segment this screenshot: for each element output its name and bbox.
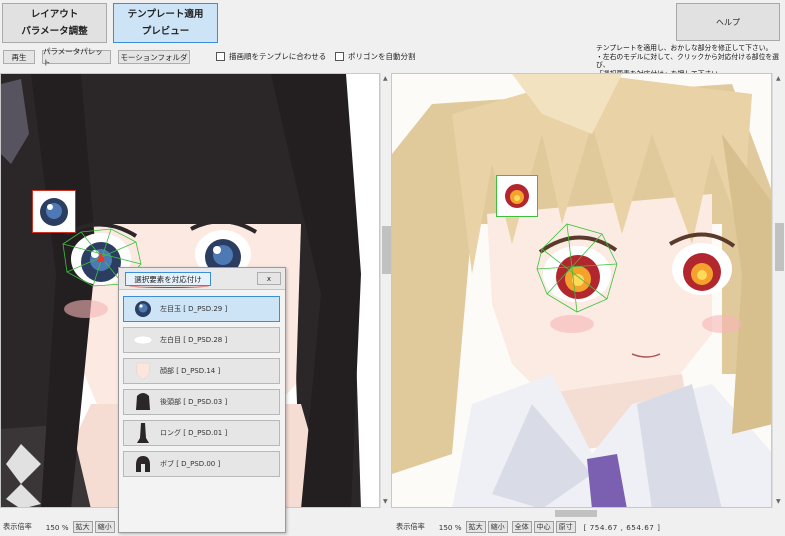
zoom-value: 150 % — [45, 522, 69, 532]
part-item-left-eye-white[interactable]: 左白目 [ D_PSD.28 ] — [123, 327, 280, 353]
instruction-line: テンプレートを適用し、おかしな部分を修正して下さい。 — [596, 44, 773, 52]
part-item-back-hair[interactable]: 後頭部 [ D_PSD.03 ] — [123, 389, 280, 415]
eyeball-icon — [132, 299, 154, 319]
right-horizontal-scroll-thumb[interactable] — [555, 510, 597, 517]
template-button-line1: テンプレート適用 — [127, 9, 204, 20]
target-part-thumbnail — [496, 175, 538, 217]
layout-button-line2: パラメータ調整 — [21, 26, 88, 37]
popup-close-button[interactable]: x — [257, 272, 281, 285]
part-item-label: 左目玉 [ D_PSD.29 ] — [160, 305, 228, 313]
scroll-down-icon[interactable]: ▼ — [383, 498, 388, 505]
zoom-in-button[interactable]: 拡大 — [465, 521, 486, 533]
center-button[interactable]: 中心 — [533, 521, 554, 533]
motion-folder-button[interactable]: モーションフォルダ — [118, 50, 190, 64]
part-item-label: 後頭部 [ D_PSD.03 ] — [160, 398, 228, 406]
bob-hair-icon — [132, 454, 154, 474]
part-item-label: 顔部 [ D_PSD.14 ] — [160, 367, 221, 375]
draw-order-checkbox[interactable]: 描画順をテンプレに合わせる — [216, 51, 326, 62]
long-hair-icon — [132, 423, 154, 443]
zoom-label: 表示倍率 — [396, 522, 425, 531]
cursor-coordinates: [ 754.67 , 654.67 ] — [583, 522, 661, 532]
zoom-value: 150 % — [438, 522, 462, 532]
template-preview-button[interactable]: テンプレート適用 プレビュー — [113, 3, 218, 43]
auto-polygon-checkbox-box[interactable] — [335, 52, 344, 61]
part-assignment-popup: 選択要素を対応付け x 左目玉 [ D_PSD.29 ] 左白目 [ D_PSD… — [118, 267, 286, 533]
target-model-illustration — [392, 74, 771, 507]
scroll-up-icon[interactable]: ▲ — [776, 75, 781, 82]
part-item-label: ロング [ D_PSD.01 ] — [160, 429, 228, 437]
original-size-button[interactable]: 原寸 — [555, 521, 576, 533]
draw-order-checkbox-box[interactable] — [216, 52, 225, 61]
part-item-label: ボブ [ D_PSD.00 ] — [160, 460, 221, 468]
scroll-down-icon[interactable]: ▼ — [776, 498, 781, 505]
draw-order-checkbox-label: 描画順をテンプレに合わせる — [229, 52, 327, 61]
layout-parameter-button[interactable]: レイアウト パラメータ調整 — [2, 3, 107, 43]
target-model-canvas[interactable] — [391, 73, 772, 508]
layout-button-line1: レイアウト — [30, 9, 79, 20]
right-vertical-scroll-thumb[interactable] — [775, 223, 784, 271]
part-item-bob-hair[interactable]: ボブ [ D_PSD.00 ] — [123, 451, 280, 477]
zoom-out-button[interactable]: 縮小 — [487, 521, 508, 533]
part-item-left-eyeball[interactable]: 左目玉 [ D_PSD.29 ] — [123, 296, 280, 322]
back-hair-icon — [132, 392, 154, 412]
right-vertical-scrollbar[interactable]: ▲ ▼ — [772, 73, 785, 508]
eyeball-icon — [505, 184, 529, 208]
auto-polygon-checkbox[interactable]: ポリゴンを自動分割 — [335, 51, 416, 62]
left-vertical-scroll-thumb[interactable] — [382, 226, 391, 274]
eyeball-icon — [40, 197, 68, 226]
right-horizontal-scrollbar[interactable] — [391, 508, 772, 519]
zoom-label: 表示倍率 — [3, 522, 32, 531]
template-button-line2: プレビュー — [141, 26, 190, 37]
right-status-bar: 表示倍率 150 % 拡大 縮小 全体 中心 原寸 [ 754.67 , 654… — [396, 520, 660, 534]
instruction-line: ・左右のモデルに対して、クリックから対応付ける部位を選び、 — [596, 52, 779, 70]
left-vertical-scrollbar[interactable]: ▲ ▼ — [380, 73, 391, 508]
auto-polygon-checkbox-label: ポリゴンを自動分割 — [348, 52, 416, 61]
zoom-out-button[interactable]: 縮小 — [94, 521, 115, 533]
part-item-face[interactable]: 顔部 [ D_PSD.14 ] — [123, 358, 280, 384]
part-item-long-hair[interactable]: ロング [ D_PSD.01 ] — [123, 420, 280, 446]
red-annotation-underline — [129, 284, 209, 288]
fit-all-button[interactable]: 全体 — [511, 521, 532, 533]
popup-header: 選択要素を対応付け x — [119, 268, 285, 290]
face-icon — [132, 361, 154, 381]
parameter-palette-button[interactable]: パラメータパレット — [42, 47, 111, 67]
eye-white-icon — [132, 330, 154, 350]
play-button[interactable]: 再生 — [3, 50, 35, 64]
part-item-label: 左白目 [ D_PSD.28 ] — [160, 336, 228, 344]
selected-part-thumbnail — [32, 190, 76, 233]
scroll-up-icon[interactable]: ▲ — [383, 75, 388, 82]
left-status-bar: 表示倍率 150 % 拡大 縮小 — [3, 520, 115, 534]
help-button[interactable]: ヘルプ — [676, 3, 780, 41]
zoom-in-button[interactable]: 拡大 — [72, 521, 93, 533]
